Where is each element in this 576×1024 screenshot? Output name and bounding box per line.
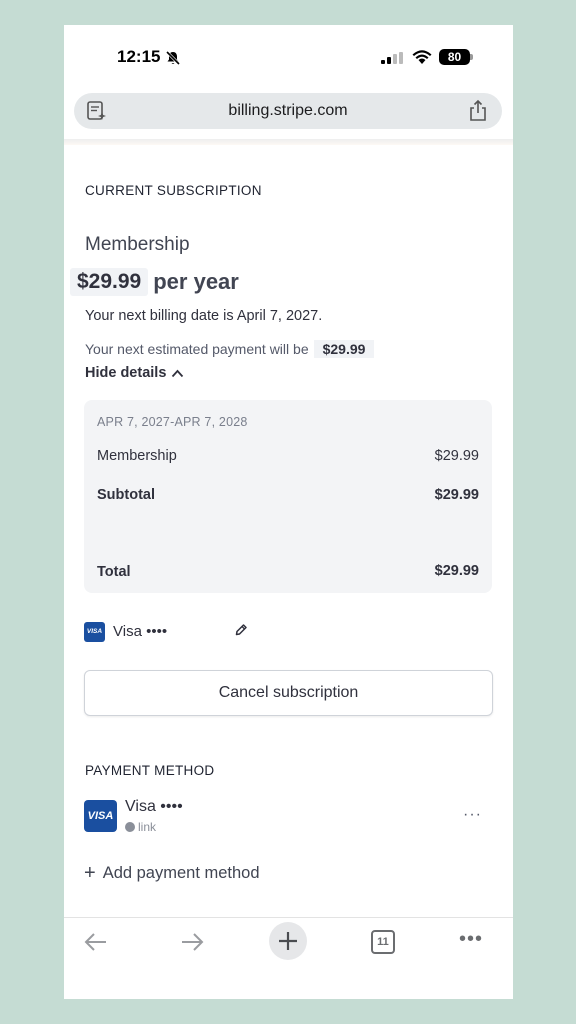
plus-icon[interactable] xyxy=(278,931,298,951)
line-item-label: Membership xyxy=(97,448,177,464)
plan-name: Membership xyxy=(85,234,190,255)
current-subscription-heading: CURRENT SUBSCRIPTION xyxy=(85,183,262,198)
tab-switcher-button[interactable]: 11 xyxy=(371,930,395,954)
plan-price: $29.99 xyxy=(70,268,149,296)
total-value: $29.99 xyxy=(434,563,479,579)
browser-toolbar: 11 ••• xyxy=(64,917,513,999)
bell-muted-icon xyxy=(165,50,181,66)
address-bar[interactable]: billing.stripe.com xyxy=(74,93,502,129)
new-tab-button[interactable] xyxy=(269,922,307,960)
status-time: 12:15 xyxy=(117,47,161,66)
phone-screen: 12:15 80 billing.stripe.com CURRENT SUBS… xyxy=(64,25,513,999)
visa-card-logo: VISA xyxy=(84,800,117,832)
url-text[interactable]: billing.stripe.com xyxy=(74,102,502,120)
add-payment-method-button[interactable]: + Add payment method xyxy=(84,862,260,885)
link-label: link xyxy=(138,820,157,834)
chevron-up-icon[interactable] xyxy=(171,369,184,378)
price-row: $29.99 per year xyxy=(70,267,239,297)
battery-indicator: 80 xyxy=(439,49,470,65)
add-payment-method-label[interactable]: Add payment method xyxy=(103,864,260,883)
status-bar: 12:15 80 xyxy=(64,25,513,87)
estimated-payment: Your next estimated payment will be $29.… xyxy=(85,339,375,359)
forward-arrow-icon[interactable] xyxy=(179,931,205,953)
link-badge: link xyxy=(125,820,156,834)
wifi-icon xyxy=(412,50,432,64)
battery-tip xyxy=(470,54,473,60)
subscription-card-label: Visa •••• xyxy=(113,623,168,640)
invoice-details: APR 7, 2027-APR 7, 2028 Membership $29.9… xyxy=(84,400,492,593)
cancel-subscription-button[interactable]: Cancel subscription xyxy=(84,670,493,716)
more-options-icon[interactable]: ••• xyxy=(459,928,483,951)
plus-icon[interactable]: + xyxy=(84,862,96,885)
total-label: Total xyxy=(97,564,131,580)
estimated-payment-label: Your next estimated payment will be xyxy=(85,341,309,357)
pencil-edit-icon[interactable] xyxy=(234,623,248,637)
payment-more-button[interactable]: ··· xyxy=(463,806,482,824)
back-arrow-icon[interactable] xyxy=(83,931,109,953)
price-unit: per year xyxy=(153,269,239,294)
visa-logo: VISA xyxy=(84,622,105,642)
next-billing-date: Your next billing date is April 7, 2027. xyxy=(85,308,323,324)
subtotal-value: $29.99 xyxy=(434,487,479,503)
hide-details-toggle[interactable]: Hide details xyxy=(85,365,184,381)
line-item-value: $29.99 xyxy=(434,448,479,464)
subtotal-label: Subtotal xyxy=(97,487,155,503)
hide-details-label[interactable]: Hide details xyxy=(85,365,166,381)
estimated-payment-amount: $29.99 xyxy=(313,340,375,358)
page-top-divider xyxy=(64,139,513,145)
cellular-signal-icon xyxy=(381,52,403,64)
payment-card-label: Visa •••• xyxy=(125,798,183,815)
share-icon[interactable] xyxy=(467,99,489,123)
payment-method-heading: PAYMENT METHOD xyxy=(85,763,215,778)
link-icon xyxy=(125,822,135,832)
billing-period: APR 7, 2027-APR 7, 2028 xyxy=(97,415,248,429)
